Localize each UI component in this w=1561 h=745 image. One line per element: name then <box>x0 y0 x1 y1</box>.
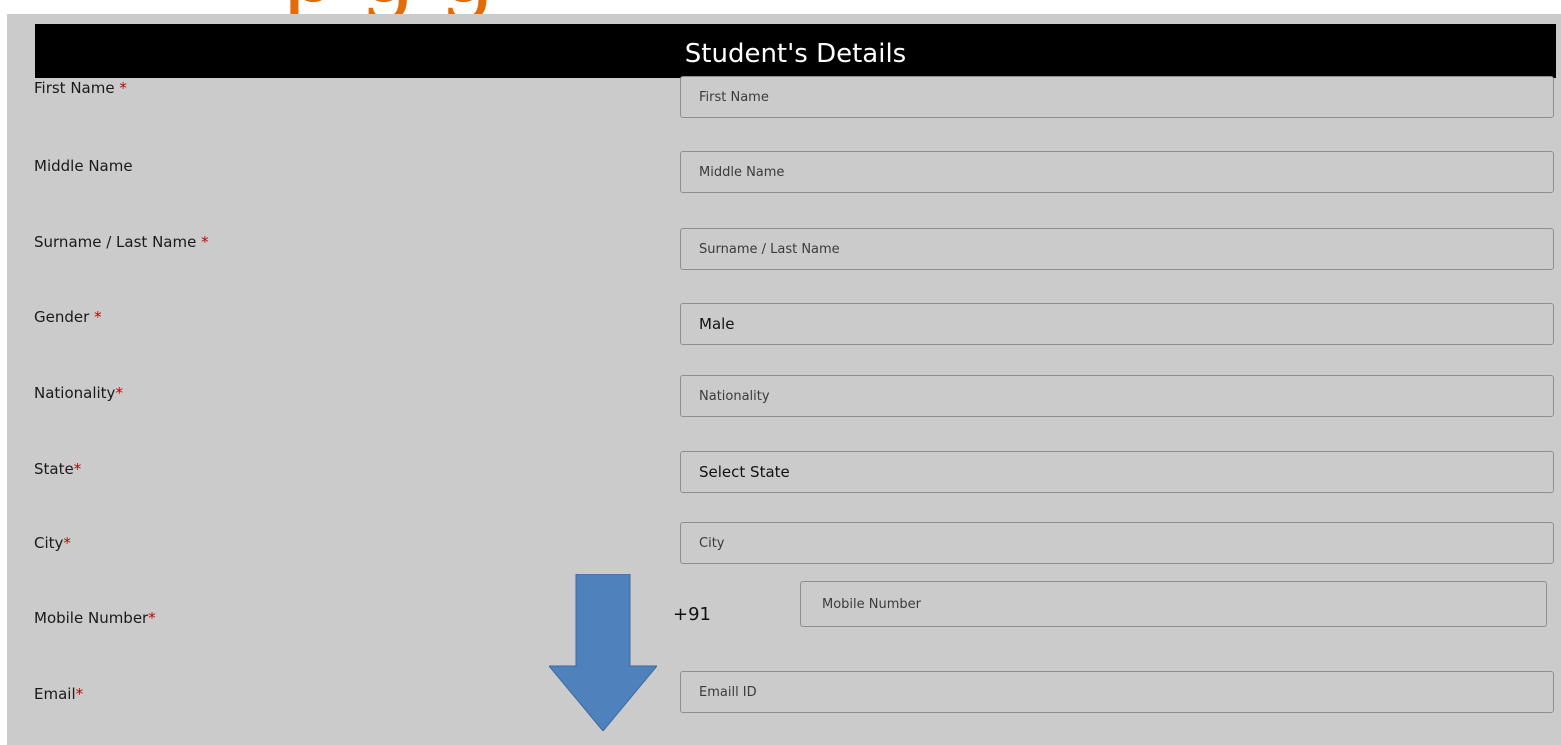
surname-label: Surname / Last Name * <box>34 233 209 251</box>
mobile-number-label-text: Mobile Number <box>34 609 149 627</box>
required-marker: * <box>75 685 84 703</box>
mobile-number-label: Mobile Number* <box>34 609 156 627</box>
state-label-text: State <box>34 460 74 478</box>
nationality-input[interactable] <box>680 375 1554 417</box>
required-marker: * <box>115 384 123 402</box>
city-label-text: City <box>34 534 64 552</box>
required-marker: * <box>148 609 156 627</box>
middle-name-label: Middle Name <box>34 157 133 175</box>
middle-name-label-text: Middle Name <box>34 157 133 175</box>
required-marker: * <box>94 308 102 326</box>
gender-select[interactable]: Male <box>680 303 1554 345</box>
gender-label: Gender * <box>34 308 102 326</box>
country-code-prefix: +91 <box>673 604 711 625</box>
surname-label-text: Surname / Last Name <box>34 233 197 251</box>
students-details-panel: Student's Details First Name * Middle Na… <box>7 14 1561 745</box>
required-marker: * <box>73 460 82 478</box>
required-marker: * <box>63 534 71 552</box>
state-select[interactable]: Select State <box>680 451 1554 493</box>
first-name-label: First Name * <box>34 79 127 97</box>
mobile-number-input[interactable] <box>800 581 1547 627</box>
surname-input[interactable] <box>680 228 1554 270</box>
gender-selected-value: Male <box>699 315 735 333</box>
required-marker: * <box>119 79 127 97</box>
arrow-down-icon <box>549 574 657 731</box>
state-label: State* <box>34 460 81 478</box>
nationality-label-text: Nationality <box>34 384 116 402</box>
middle-name-input[interactable] <box>680 151 1554 193</box>
email-input[interactable] <box>680 671 1554 713</box>
decorative-heading-fragment: pgg <box>280 0 519 14</box>
city-label: City* <box>34 534 71 552</box>
nationality-label: Nationality* <box>34 384 123 402</box>
gender-label-text: Gender <box>34 308 90 326</box>
first-name-label-text: First Name <box>34 79 115 97</box>
email-label-text: Email <box>34 685 76 703</box>
email-label: Email* <box>34 685 83 703</box>
city-input[interactable] <box>680 522 1554 564</box>
top-strip: pgg <box>0 0 1561 14</box>
panel-title: Student's Details <box>35 24 1556 78</box>
required-marker: * <box>201 233 209 251</box>
state-selected-value: Select State <box>699 463 790 481</box>
first-name-input[interactable] <box>680 76 1554 118</box>
